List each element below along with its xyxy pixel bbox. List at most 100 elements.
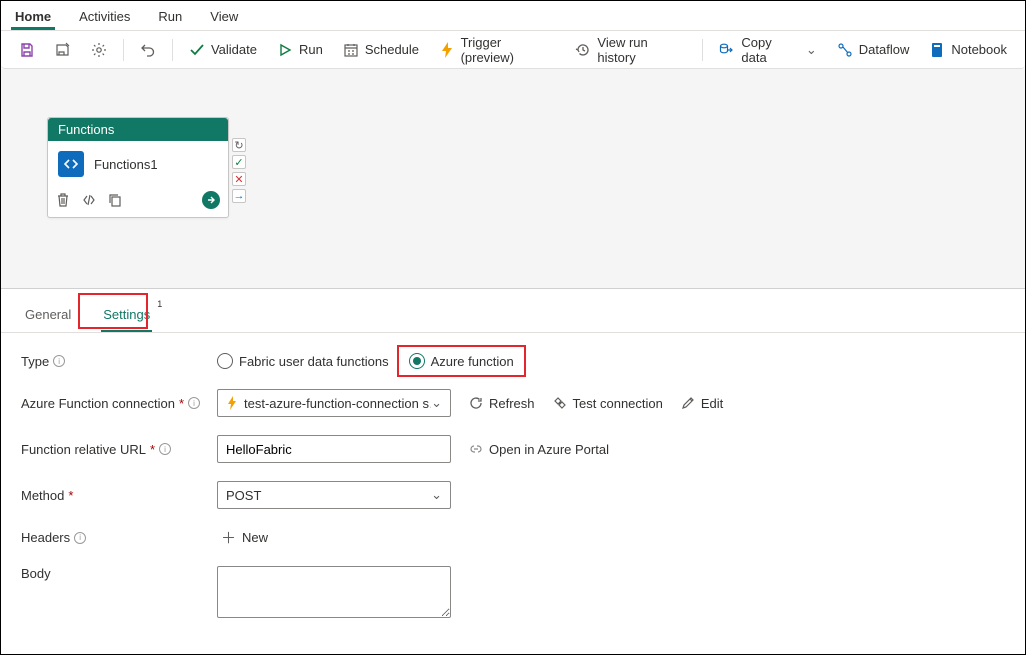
refresh-button[interactable]: Refresh [469, 396, 535, 411]
radio-circle-icon [217, 353, 233, 369]
dataflow-label: Dataflow [859, 42, 910, 57]
validate-label: Validate [211, 42, 257, 57]
add-header-button[interactable]: ＋ New [217, 527, 268, 548]
link-icon [469, 442, 483, 456]
info-icon[interactable]: i [53, 355, 65, 367]
type-label-text: Type [21, 354, 49, 369]
pipeline-canvas[interactable]: Functions Functions1 ↻ ✓ ✕ [1, 69, 1025, 289]
trigger-button[interactable]: Trigger (preview) [431, 31, 563, 69]
schedule-label: Schedule [365, 42, 419, 57]
save-as-button[interactable] [47, 38, 79, 62]
tab-view[interactable]: View [206, 5, 242, 30]
activity-body: Functions1 [48, 141, 228, 187]
connection-dropdown[interactable]: test-azure-function-connection s… ⌄ [217, 389, 451, 417]
required-asterisk: * [179, 396, 184, 411]
tab-settings[interactable]: Settings 1 [97, 301, 156, 332]
dataflow-button[interactable]: Dataflow [829, 38, 918, 62]
run-button[interactable]: Run [269, 38, 331, 62]
port-skip-icon[interactable]: → [232, 189, 246, 203]
body-textarea[interactable] [217, 566, 451, 618]
notebook-label: Notebook [951, 42, 1007, 57]
connection-label-text: Azure Function connection [21, 396, 175, 411]
tab-home[interactable]: Home [11, 5, 55, 30]
url-label-text: Function relative URL [21, 442, 146, 457]
activity-name: Functions1 [94, 157, 158, 172]
delete-icon[interactable] [56, 193, 70, 207]
pencil-icon [681, 396, 695, 410]
new-label: New [242, 530, 268, 545]
lightning-icon [226, 396, 238, 410]
function-url-input[interactable] [217, 435, 451, 463]
radio-circle-icon [409, 353, 425, 369]
port-success-icon[interactable]: ✓ [232, 155, 246, 169]
settings-badge: 1 [157, 299, 162, 309]
required-asterisk: * [150, 442, 155, 457]
activity-header: Functions [48, 118, 228, 141]
method-label: Method * [21, 488, 217, 503]
arrow-right-icon[interactable] [202, 191, 220, 209]
code-view-icon[interactable] [82, 193, 96, 207]
copy-data-button[interactable]: Copy data ⌄ [711, 31, 824, 69]
radio-azure-function[interactable]: Azure function [409, 353, 514, 369]
gear-icon [91, 42, 107, 58]
activity-actions [48, 187, 228, 217]
play-icon [277, 42, 293, 58]
test-connection-label: Test connection [573, 396, 663, 411]
validate-button[interactable]: Validate [181, 38, 265, 62]
port-retry-icon[interactable]: ↻ [232, 138, 246, 152]
method-label-text: Method [21, 488, 64, 503]
save-button[interactable] [11, 38, 43, 62]
separator [702, 39, 703, 61]
settings-button[interactable] [83, 38, 115, 62]
method-dropdown[interactable]: POST ⌄ [217, 481, 451, 509]
chevron-down-icon: ⌄ [431, 395, 442, 411]
tab-activities[interactable]: Activities [75, 5, 134, 30]
connection-label: Azure Function connection * i [21, 396, 217, 411]
required-asterisk: * [68, 488, 73, 503]
code-icon [58, 151, 84, 177]
copy-data-icon [719, 42, 735, 58]
save-icon [19, 42, 35, 58]
dataflow-icon [837, 42, 853, 58]
refresh-label: Refresh [489, 396, 535, 411]
separator [172, 39, 173, 61]
copy-icon[interactable] [108, 193, 122, 207]
view-run-history-button[interactable]: View run history [567, 31, 694, 69]
info-icon[interactable]: i [188, 397, 200, 409]
lightning-icon [439, 42, 455, 58]
headers-label: Headers i [21, 530, 217, 545]
activity-card-functions[interactable]: Functions Functions1 ↻ ✓ ✕ [47, 117, 229, 218]
edit-label: Edit [701, 396, 723, 411]
undo-button[interactable] [132, 38, 164, 62]
copy-data-label: Copy data [741, 35, 797, 65]
schedule-button[interactable]: Schedule [335, 38, 427, 62]
settings-form: Type i Fabric user data functions Azure … [1, 333, 1025, 654]
body-label-text: Body [21, 566, 51, 581]
view-run-history-label: View run history [597, 35, 686, 65]
notebook-button[interactable]: Notebook [921, 38, 1015, 62]
headers-label-text: Headers [21, 530, 70, 545]
radio-azure-label: Azure function [431, 354, 514, 369]
refresh-icon [469, 396, 483, 410]
tab-general[interactable]: General [19, 301, 77, 332]
type-radio-group: Fabric user data functions Azure functio… [217, 351, 516, 371]
undo-icon [140, 42, 156, 58]
save-as-icon [55, 42, 71, 58]
activity-output-ports: ↻ ✓ ✕ → [232, 118, 246, 203]
test-connection-button[interactable]: Test connection [553, 396, 663, 411]
main-tabs: Home Activities Run View [1, 1, 1025, 31]
run-label: Run [299, 42, 323, 57]
info-icon[interactable]: i [159, 443, 171, 455]
method-value: POST [226, 488, 431, 503]
body-label: Body [21, 566, 217, 581]
radio-fabric-functions[interactable]: Fabric user data functions [217, 353, 389, 369]
trigger-label: Trigger (preview) [461, 35, 556, 65]
tab-run[interactable]: Run [154, 5, 186, 30]
radio-fabric-label: Fabric user data functions [239, 354, 389, 369]
history-icon [575, 42, 591, 58]
open-portal-button[interactable]: Open in Azure Portal [469, 442, 609, 457]
edit-button[interactable]: Edit [681, 396, 723, 411]
tab-settings-label: Settings [103, 307, 150, 322]
port-failure-icon[interactable]: ✕ [232, 172, 246, 186]
info-icon[interactable]: i [74, 532, 86, 544]
